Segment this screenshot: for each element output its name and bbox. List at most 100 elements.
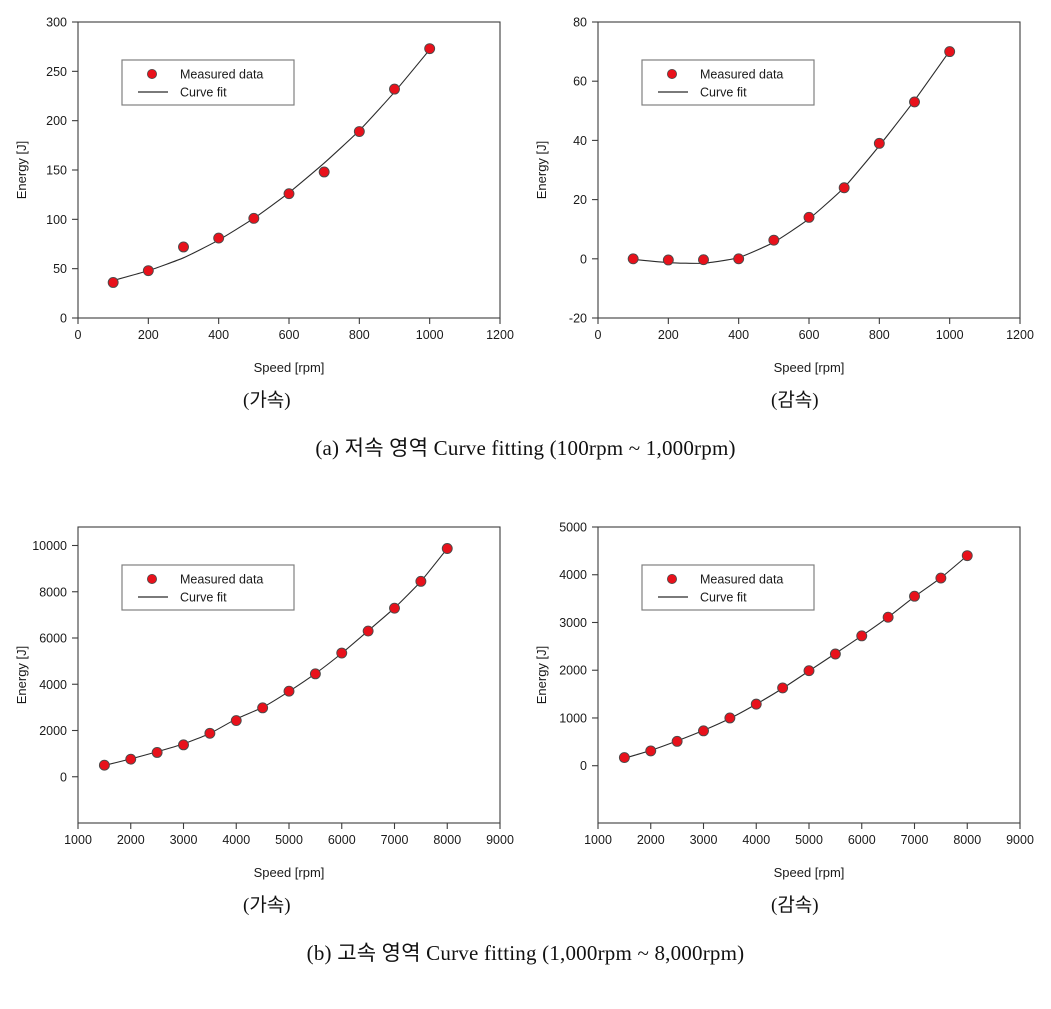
data-point-marker [142,265,154,277]
x-tick-label: 1000 [936,328,964,342]
x-tick-label: 9000 [486,833,514,847]
x-tick-label: 3000 [170,833,198,847]
y-tick-label: 50 [53,262,67,276]
data-point-marker [698,254,709,266]
x-tick-label: 600 [799,328,820,342]
x-tick-label: 1200 [486,328,514,342]
data-point-marker [362,625,374,637]
y-tick-label: 0 [580,252,587,266]
caption-row-a: (a) 저속 영역 Curve fitting (100rpm ~ 1,000r… [0,425,1051,471]
x-tick-label: 200 [138,328,159,342]
y-tick-label: 100 [46,213,67,227]
x-tick-label: 7000 [381,833,409,847]
data-point-marker [935,572,947,584]
x-axis-title: Speed [rpm] [254,360,325,375]
y-axis-title: Energy [J] [534,646,549,705]
x-tick-label: 4000 [742,833,770,847]
legend-marker-icon [146,574,157,585]
data-point-marker [178,241,189,253]
y-tick-label: 0 [60,312,67,326]
chart-svg-accel-low: 0 200 400 600 800 1000 1200 0 50 100 150 200 250 300 S… [14,16,514,376]
data-point-marker [838,182,850,194]
data-point-marker [424,43,436,55]
x-tick-label: 4000 [222,833,250,847]
data-point-marker [415,575,427,587]
legend-marker-icon [666,574,677,585]
y-tick-label: 4000 [39,678,67,692]
chart-svg-decel-low: 0 200 400 600 800 1000 1200 -20 0 20 40 60 80 Speed [… [534,16,1034,376]
chart-legend: Measured data Curve fit [641,564,815,611]
legend-label-measured: Measured data [700,68,783,82]
x-tick-label: 400 [728,328,749,342]
data-point-marker [178,739,189,751]
x-tick-label: 0 [75,328,82,342]
data-point-marker [873,137,885,149]
data-point-marker [698,725,709,737]
y-tick-label: 60 [573,75,587,89]
y-tick-label: 5000 [559,521,587,535]
y-tick-label: 0 [580,759,587,773]
legend-label-fit: Curve fit [180,86,227,100]
sub-label-accel-b: (가속) [243,895,291,916]
y-tick-label: 6000 [39,632,67,646]
x-tick-label: 400 [208,328,229,342]
y-tick-label: 4000 [559,568,587,582]
x-tick-label: 1200 [1006,328,1034,342]
y-tick-label: 10000 [32,539,67,553]
data-point-marker [389,602,400,614]
data-point-marker [151,747,163,758]
data-point-marker [856,630,868,642]
data-point-marker [645,745,657,757]
sub-label-decel-a: (감속) [771,390,819,411]
x-tick-label: 800 [869,328,890,342]
figure-panel-a: 0 200 400 600 800 1000 1200 0 50 100 150 200 250 300 S… [0,0,1051,505]
y-axis-title: Energy [J] [534,141,549,200]
data-point-marker [662,254,674,266]
data-point-marker [671,735,683,747]
data-point-marker [283,188,295,200]
y-tick-label: 8000 [39,585,67,599]
data-point-marker [803,211,815,223]
figure-panel-b: 1000 2000 3000 4000 5000 6000 7000 8000 9000 0 200… [0,505,1051,1009]
y-tick-label: 300 [46,16,67,30]
y-tick-label: 2000 [39,724,67,738]
legend-label-measured: Measured data [180,68,263,82]
data-point-marker [829,648,841,660]
legend-label-fit: Curve fit [700,86,747,100]
data-point-marker [125,753,137,765]
chart-row-a: 0 200 400 600 800 1000 1200 0 50 100 150 200 250 300 S… [0,0,1051,385]
y-axis-title: Energy [J] [14,646,29,705]
chart-svg-accel-high: 1000 2000 3000 4000 5000 6000 7000 8000 9000 0 200… [14,526,514,880]
y-tick-label: 3000 [559,616,587,630]
data-point-marker [257,702,269,714]
x-tick-label: 9000 [1006,833,1034,847]
data-point-marker [909,96,920,108]
x-tick-label: 800 [349,328,370,342]
chart-decel-low: 0 200 400 600 800 1000 1200 -20 0 20 40 60 80 Speed [… [520,0,1045,385]
chart-accel-high: 1000 2000 3000 4000 5000 6000 7000 8000 9000 0 200… [0,505,525,890]
data-point-marker [98,759,110,771]
legend-marker-icon [666,69,677,80]
y-tick-label: 1000 [559,711,587,725]
y-tick-label: 20 [573,193,587,207]
data-point-marker [803,665,815,677]
x-tick-label: 5000 [275,833,303,847]
x-axis-title: Speed [rpm] [774,865,845,880]
y-tick-label: 80 [573,16,587,30]
data-point-marker [618,752,630,764]
legend-marker-icon [146,69,157,80]
data-point-marker [283,685,295,697]
y-tick-label: 250 [46,65,67,79]
x-tick-label: 1000 [416,328,444,342]
x-axis-title: Speed [rpm] [254,865,325,880]
data-point-marker [389,83,400,95]
data-point-marker [309,668,321,680]
data-point-marker [627,253,639,265]
data-point-marker [750,698,762,710]
caption-row-b: (b) 고속 영역 Curve fitting (1,000rpm ~ 8,00… [0,930,1051,976]
data-point-marker [336,647,348,659]
x-tick-label: 2000 [637,833,665,847]
x-tick-label: 2000 [117,833,145,847]
chart-accel-low: 0 200 400 600 800 1000 1200 0 50 100 150 200 250 300 S… [0,0,525,385]
x-tick-label: 1000 [584,833,612,847]
